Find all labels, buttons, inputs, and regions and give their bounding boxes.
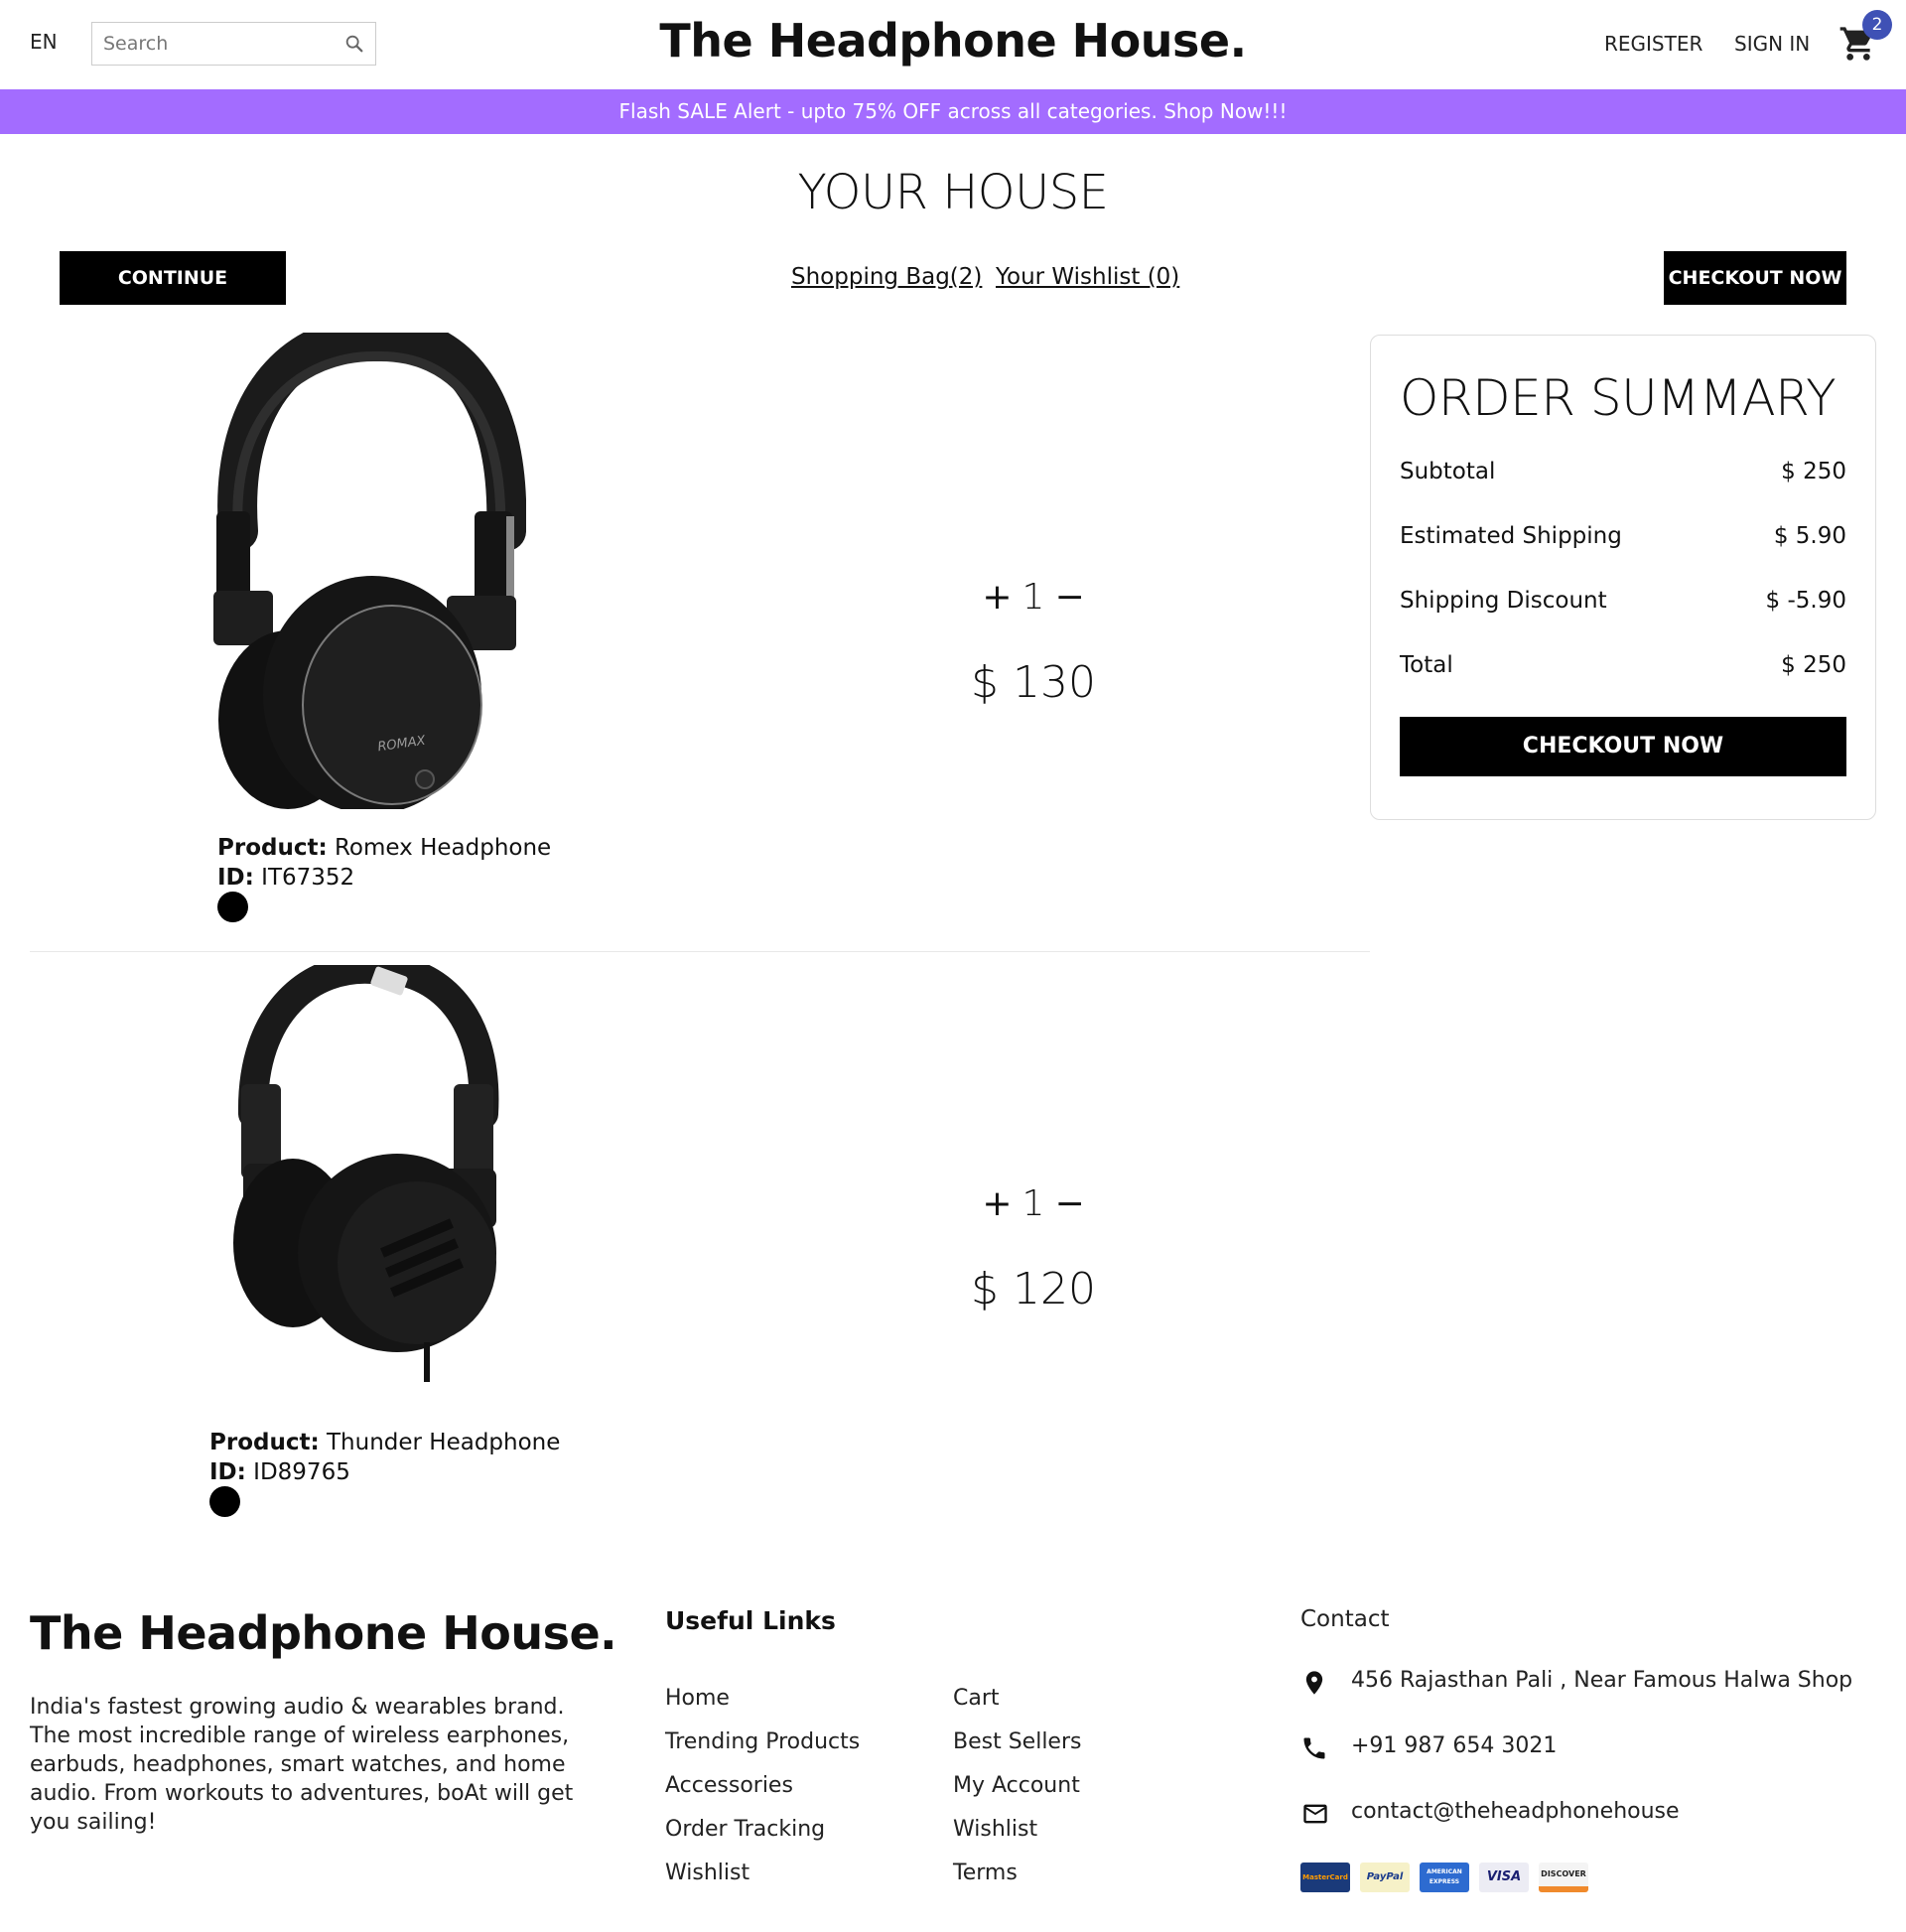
contact-heading: Contact — [1300, 1606, 1390, 1632]
footer-logo[interactable]: The Headphone House. — [30, 1606, 617, 1660]
footer-link-my-account[interactable]: My Account — [953, 1773, 1080, 1798]
product-name: Romex Headphone — [334, 835, 552, 861]
sign-in-link[interactable]: SIGN IN — [1734, 32, 1810, 56]
product-image-romex[interactable]: ROMAX — [208, 333, 526, 809]
product-name: Thunder Headphone — [326, 1430, 561, 1455]
footer-link-wishlist[interactable]: Wishlist — [665, 1861, 749, 1885]
phone-text[interactable]: +91 987 654 3021 — [1351, 1733, 1557, 1758]
footer-link-cart[interactable]: Cart — [953, 1686, 1000, 1711]
product-id: IT67352 — [261, 865, 355, 891]
register-link[interactable]: REGISTER — [1604, 32, 1702, 56]
footer-link-home[interactable]: Home — [665, 1686, 730, 1711]
tab-shopping-bag[interactable]: Shopping Bag(2) — [791, 264, 982, 290]
promo-banner[interactable]: Flash SALE Alert - upto 75% OFF across a… — [0, 89, 1906, 134]
summary-value: $ 5.90 — [1773, 523, 1846, 549]
amex-logo: AMERICAN EXPRESS — [1420, 1863, 1469, 1892]
product-price: $ 130 — [971, 657, 1096, 708]
cart-count-badge: 2 — [1862, 10, 1892, 40]
address-text: 456 Rajasthan Pali , Near Famous Halwa S… — [1351, 1668, 1853, 1693]
product-id: ID89765 — [253, 1459, 350, 1485]
checkout-now-button[interactable]: CHECKOUT NOW — [1664, 251, 1846, 305]
product-image-thunder[interactable] — [223, 965, 511, 1387]
summary-label: Estimated Shipping — [1400, 523, 1622, 549]
order-summary: ORDER SUMMARY Subtotal $ 250 Estimated S… — [1370, 335, 1876, 820]
footer-link-accessories[interactable]: Accessories — [665, 1773, 793, 1798]
order-summary-title: ORDER SUMMARY — [1400, 369, 1837, 427]
top-navigation: EN The Headphone House. REGISTER SIGN IN… — [0, 0, 1906, 89]
quantity-plus-button[interactable]: + — [982, 1183, 1012, 1224]
product-id-label: ID: — [209, 1459, 246, 1485]
footer-link-best-sellers[interactable]: Best Sellers — [953, 1729, 1081, 1754]
useful-links-heading: Useful Links — [665, 1606, 836, 1635]
tab-wishlist[interactable]: Your Wishlist (0) — [996, 264, 1179, 290]
summary-label: Total — [1400, 652, 1453, 678]
color-swatch[interactable] — [217, 892, 248, 922]
mastercard-logo: MasterCard — [1300, 1863, 1350, 1892]
product-label: Product: — [217, 835, 328, 861]
footer-description: India's fastest growing audio & wearable… — [30, 1695, 574, 1835]
summary-checkout-button[interactable]: CHECKOUT NOW — [1400, 717, 1846, 776]
paypal-logo: PayPal — [1360, 1863, 1410, 1892]
discover-logo: DISCOVER — [1539, 1863, 1588, 1892]
quantity-stepper: +1− — [964, 577, 1103, 618]
footer-link-trending-products[interactable]: Trending Products — [665, 1729, 860, 1754]
summary-value: $ -5.90 — [1765, 588, 1846, 614]
quantity-value: 1 — [1021, 1183, 1045, 1224]
footer-link-wishlist-2[interactable]: Wishlist — [953, 1817, 1037, 1842]
product-info: Product: Thunder Headphone ID: ID89765 — [209, 1428, 560, 1487]
location-pin-icon — [1305, 1671, 1323, 1695]
product-info: Product: Romex Headphone ID: IT67352 — [217, 833, 551, 893]
page-title: YOUR HOUSE — [797, 165, 1109, 220]
footer-link-order-tracking[interactable]: Order Tracking — [665, 1817, 825, 1842]
product-price: $ 120 — [971, 1264, 1096, 1314]
summary-value: $ 250 — [1781, 652, 1846, 678]
color-swatch[interactable] — [209, 1486, 240, 1517]
footer-link-terms[interactable]: Terms — [953, 1861, 1018, 1885]
mail-icon — [1303, 1804, 1327, 1824]
summary-label: Subtotal — [1400, 459, 1496, 484]
summary-label: Shipping Discount — [1400, 588, 1607, 614]
summary-value: $ 250 — [1781, 459, 1846, 484]
quantity-value: 1 — [1021, 577, 1045, 618]
product-divider — [30, 951, 1370, 952]
quantity-plus-button[interactable]: + — [982, 577, 1012, 618]
product-label: Product: — [209, 1430, 320, 1455]
phone-icon — [1303, 1737, 1325, 1759]
product-id-label: ID: — [217, 865, 254, 891]
quantity-stepper: +1− — [964, 1183, 1103, 1224]
quantity-minus-button[interactable]: − — [1054, 577, 1084, 618]
visa-logo: VISA — [1479, 1863, 1529, 1892]
email-text[interactable]: contact@theheadphonehouse — [1351, 1799, 1680, 1824]
continue-shopping-button[interactable]: CONTINUE SHOPPING — [60, 251, 286, 343]
quantity-minus-button[interactable]: − — [1054, 1183, 1084, 1224]
